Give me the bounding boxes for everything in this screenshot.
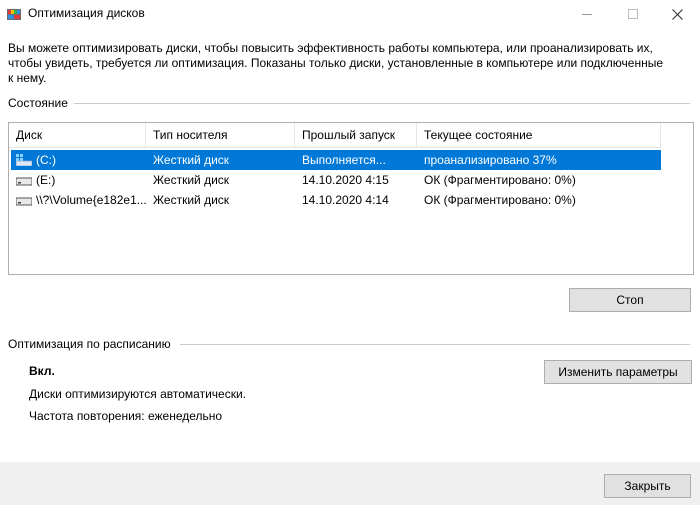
title-bar: Оптимизация дисков — [0, 0, 700, 28]
schedule-divider — [180, 344, 690, 345]
window-title: Оптимизация дисков — [28, 6, 145, 20]
column-header-disk[interactable]: Диск — [9, 123, 146, 148]
footer-bar: Закрыть — [0, 462, 700, 505]
last-run: 14.10.2020 4:15 — [302, 173, 389, 187]
disk-row-volume[interactable]: \\?\Volume{e182e1... Жесткий диск 14.10.… — [11, 190, 661, 210]
schedule-state: Вкл. — [29, 364, 55, 378]
status-section-label: Состояние — [8, 96, 74, 110]
disk-name: \\?\Volume{e182e1... — [36, 193, 147, 207]
disk-row-e[interactable]: (E:) Жесткий диск 14.10.2020 4:15 ОК (Фр… — [11, 170, 661, 190]
hard-drive-icon — [16, 197, 32, 206]
status-divider — [72, 103, 690, 104]
disk-list[interactable]: Диск Тип носителя Прошлый запуск Текущее… — [8, 122, 694, 275]
last-run: Выполняется... — [302, 153, 386, 167]
disk-row-c[interactable]: (C:) Жесткий диск Выполняется... проанал… — [11, 150, 661, 170]
intro-text: Вы можете оптимизировать диски, чтобы по… — [8, 41, 664, 85]
disk-list-header: Диск Тип носителя Прошлый запуск Текущее… — [9, 123, 661, 148]
minimize-icon — [582, 13, 592, 15]
schedule-frequency: Частота повторения: еженедельно — [29, 409, 223, 423]
schedule-description: Диски оптимизируются автоматически. — [29, 387, 247, 401]
maximize-button[interactable] — [610, 0, 656, 28]
current-state: ОК (Фрагментировано: 0%) — [424, 173, 576, 187]
current-state: ОК (Фрагментировано: 0%) — [424, 193, 576, 207]
disk-name: (C:) — [36, 153, 56, 167]
close-button[interactable]: Закрыть — [604, 474, 691, 498]
column-header-media[interactable]: Тип носителя — [146, 123, 295, 148]
media-type: Жесткий диск — [153, 193, 230, 207]
media-type: Жесткий диск — [153, 173, 230, 187]
current-state: проанализировано 37% — [424, 153, 557, 167]
maximize-icon — [628, 9, 638, 19]
hard-drive-icon — [16, 177, 32, 186]
schedule-section-label: Оптимизация по расписанию — [8, 337, 177, 351]
stop-button[interactable]: Стоп — [569, 288, 691, 312]
defrag-app-icon — [7, 9, 21, 20]
media-type: Жесткий диск — [153, 153, 230, 167]
last-run: 14.10.2020 4:14 — [302, 193, 389, 207]
windows-drive-icon — [16, 154, 32, 166]
minimize-button[interactable] — [564, 0, 610, 28]
close-window-button[interactable] — [654, 0, 700, 28]
column-header-last-run[interactable]: Прошлый запуск — [295, 123, 417, 148]
close-icon — [671, 8, 683, 20]
disk-name: (E:) — [36, 173, 56, 187]
change-settings-button[interactable]: Изменить параметры — [544, 360, 692, 384]
column-header-state[interactable]: Текущее состояние — [417, 123, 661, 148]
